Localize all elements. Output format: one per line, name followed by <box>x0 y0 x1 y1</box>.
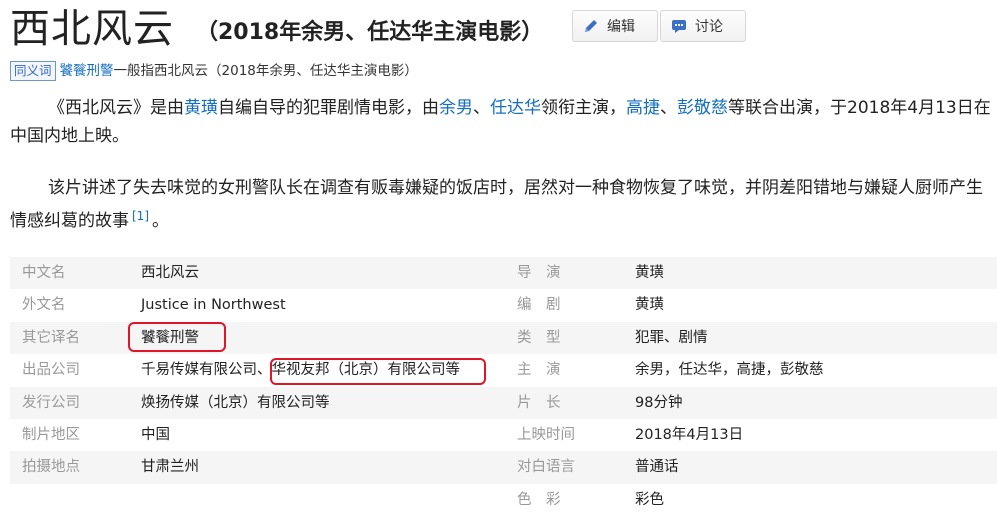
info-value: 98分钟 <box>635 394 683 411</box>
pencil-icon <box>583 18 599 34</box>
info-label: 上映时间 <box>517 426 575 443</box>
highlight-box-producer <box>270 358 486 385</box>
info-row: 发行公司 焕扬传媒（北京）有限公司等 片 长 98分钟 <box>10 386 997 419</box>
info-label: 主 演 <box>517 362 561 379</box>
info-label: 中文名 <box>22 265 66 281</box>
text-segment: 领衔主演， <box>541 98 626 118</box>
info-value: 甘肃兰州 <box>141 459 199 476</box>
info-value-part: 千易传媒有限公司、 <box>141 362 272 379</box>
info-label: 片 长 <box>517 394 561 411</box>
info-value: Justice in Northwest <box>141 297 286 314</box>
info-value: 2018年4月13日 <box>635 426 744 443</box>
title-row: 西北风云 （2018年余男、任达华主演电影） <box>10 4 990 54</box>
info-label: 其它译名 <box>22 329 80 346</box>
intro-paragraph-1: 《西北风云》是由黄璜自编自导的犯罪剧情电影，由余男、任达华领衔主演，高捷、彭敬慈… <box>10 94 992 150</box>
info-value: 普通话 <box>635 459 679 476</box>
info-row: 色 彩 彩色 <box>10 484 997 516</box>
basic-info-table: 中文名 西北风云 导 演 黄璜 外文名 Justice in Northwest… <box>10 257 997 516</box>
text-segment: 自编自导的犯罪剧情电影，由 <box>218 98 439 118</box>
link-gao-jie[interactable]: 高捷 <box>626 98 660 118</box>
link-peng-jingci[interactable]: 彭敬慈 <box>677 98 728 118</box>
discuss-button-label: 讨论 <box>695 19 723 35</box>
page-title: 西北风云 <box>10 6 174 52</box>
discuss-button[interactable]: 讨论 <box>660 10 746 42</box>
synonym-link[interactable]: 饕餮刑警 <box>60 63 114 79</box>
info-value: 彩色 <box>635 491 664 508</box>
info-row: 外文名 Justice in Northwest 编 剧 黄璜 <box>10 289 997 321</box>
info-label: 外文名 <box>22 297 66 314</box>
info-row: 拍摄地点 甘肃兰州 对白语言 普通话 <box>10 451 997 484</box>
intro-paragraph-2: 该片讲述了失去味觉的女刑警队长在调查有贩毒嫌疑的饭店时，居然对一种食物恢复了味觉… <box>10 174 992 235</box>
info-value: 焕扬传媒（北京）有限公司等 <box>141 394 330 411</box>
info-label: 编 剧 <box>517 297 561 314</box>
info-row: 中文名 西北风云 导 演 黄璜 <box>10 257 997 290</box>
text-segment: 。 <box>152 211 169 231</box>
chat-bubble-icon <box>671 18 687 34</box>
info-label: 导 演 <box>517 265 561 281</box>
text-segment: 《西北风云》是由 <box>48 98 184 118</box>
page-subtitle: （2018年余男、任达华主演电影） <box>196 20 544 45</box>
info-label: 对白语言 <box>517 459 575 476</box>
info-row: 出品公司 千易传媒有限公司、华视友邦（北京）有限公司等 主 演 余男，任达华，高… <box>10 354 997 386</box>
highlight-box-alt-name <box>128 322 226 352</box>
info-label: 类 型 <box>517 329 561 346</box>
synonym-row: 同义词 饕餮刑警一般指西北风云（2018年余男、任达华主演电影） <box>10 60 418 82</box>
link-yu-nan[interactable]: 余男 <box>439 98 473 118</box>
info-label: 色 彩 <box>517 491 561 508</box>
info-value: 中国 <box>141 426 170 443</box>
info-label: 拍摄地点 <box>22 459 80 476</box>
edit-button[interactable]: 编辑 <box>572 10 658 42</box>
link-ren-dahua[interactable]: 任达华 <box>490 98 541 118</box>
info-label: 出品公司 <box>22 362 80 379</box>
text-segment: 、 <box>660 98 677 118</box>
reference-link[interactable]: [1] <box>132 209 149 223</box>
info-label: 发行公司 <box>22 394 80 411</box>
info-value: 黄璜 <box>635 297 664 314</box>
info-value: 西北风云 <box>141 265 199 281</box>
info-value: 犯罪、剧情 <box>635 329 708 346</box>
info-value: 余男，任达华，高捷，彭敬慈 <box>635 362 824 379</box>
edit-button-label: 编辑 <box>607 19 635 35</box>
synonym-tag[interactable]: 同义词 <box>10 61 56 81</box>
info-value: 黄璜 <box>635 265 664 281</box>
text-segment: 、 <box>473 98 490 118</box>
info-label: 制片地区 <box>22 426 80 443</box>
synonym-description: 一般指西北风云（2018年余男、任达华主演电影） <box>113 63 418 79</box>
link-director[interactable]: 黄璜 <box>184 98 218 118</box>
info-row: 制片地区 中国 上映时间 2018年4月13日 <box>10 419 997 451</box>
